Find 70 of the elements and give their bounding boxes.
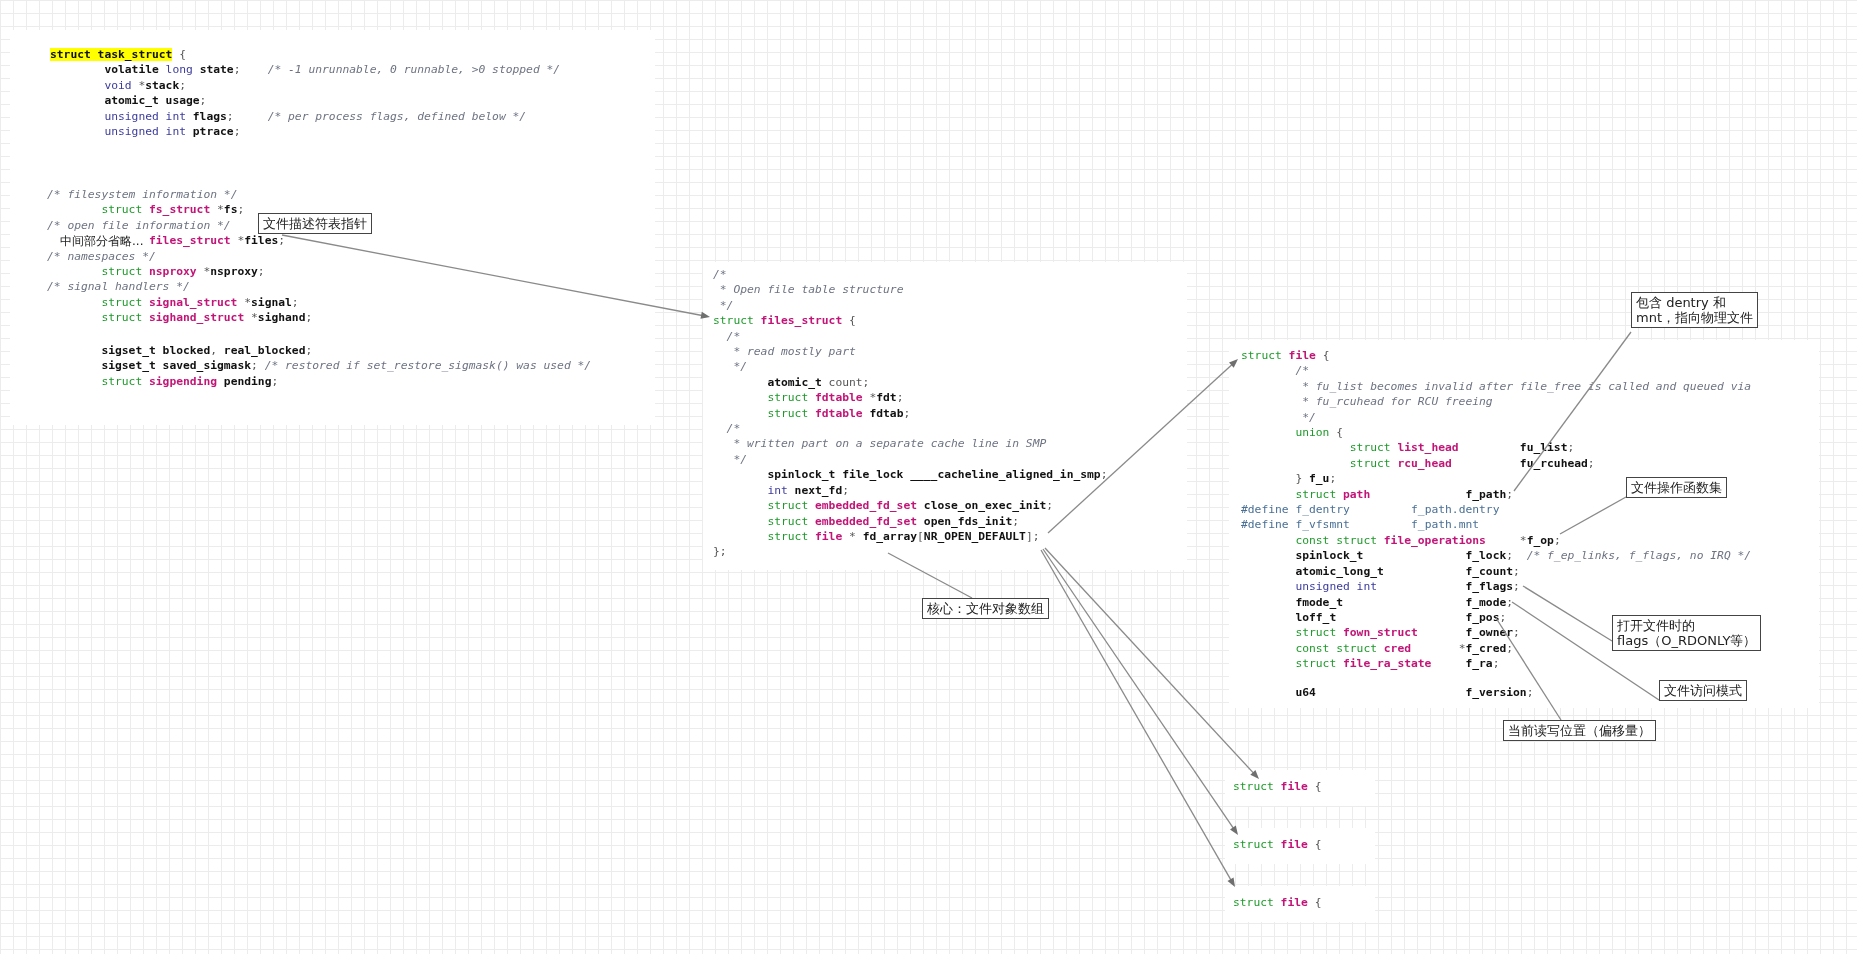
- code-line: unsigned int flags; /* per process flags, defined below */: [104, 108, 527, 125]
- code-line: struct fown_struct f_owner;: [1295, 625, 1520, 641]
- code-line: struct task_struct {: [50, 47, 187, 63]
- code-line: const struct file_operations *f_op;: [1295, 532, 1561, 549]
- code-line: #define f_dentry f_path.dentry: [1241, 502, 1500, 518]
- code-line: } f_u;: [1295, 471, 1337, 487]
- code-line: */: [1302, 409, 1316, 426]
- code-line: struct sigpending pending;: [101, 373, 279, 390]
- code-line: int next_fd;: [767, 482, 850, 499]
- code-line: * written part on a separate cache line in SMP: [733, 436, 1047, 452]
- note-text: 中间部分省略...: [60, 235, 144, 247]
- code-line: union {: [1295, 425, 1343, 441]
- code-line: /*: [713, 267, 727, 283]
- code-line: loff_t f_pos;: [1295, 609, 1507, 626]
- code-line: */: [733, 359, 747, 375]
- code-line: files_struct *files;: [149, 233, 286, 249]
- code-line: struct signal_struct *signal;: [101, 294, 299, 311]
- code-line: /*: [726, 421, 741, 437]
- code-line: atomic_t count;: [767, 374, 870, 391]
- code-line: volatile long state; /* -1 unrunnable, 0 runnable, >0 stopped */: [104, 62, 561, 78]
- callout-label: 文件描述符表指针: [258, 213, 372, 234]
- code-line: struct rcu_head fu_rcuhead;: [1349, 455, 1595, 472]
- code-line: sigset_t blocked, real_blocked;: [101, 343, 313, 359]
- code-line: struct fdtable fdtab;: [767, 405, 911, 422]
- code-line: void *stack;: [104, 77, 187, 94]
- code-line: struct file * fd_array[NR_OPEN_DEFAULT];: [767, 528, 1040, 545]
- code-line: /*: [726, 328, 741, 345]
- leader-line: [1559, 496, 1627, 535]
- callout-label: 包含 dentry 和 mnt，指向物理文件: [1631, 292, 1758, 328]
- callout-label: 核心：文件对象数组: [922, 598, 1049, 619]
- code-line: * fu_rcuhead for RCU freeing: [1302, 394, 1493, 410]
- code-line: * Open file table structure: [719, 282, 904, 298]
- code-line: /* open file information */: [47, 217, 231, 234]
- code-line: sigset_t saved_sigmask; /* restored if set_restore_sigmask() was used */: [101, 358, 592, 374]
- code-line: spinlock_t f_lock; /* f_ep_links, f_flags, no IRQ */: [1295, 548, 1752, 564]
- callout-label: 文件访问模式: [1659, 680, 1747, 701]
- code-line: struct file {: [1233, 779, 1322, 795]
- code-line: struct embedded_fd_set open_fds_init;: [767, 513, 1020, 529]
- code-line: struct files_struct {: [713, 313, 856, 329]
- code-line: unsigned int f_flags;: [1295, 579, 1520, 595]
- code-line: unsigned int ptrace;: [104, 124, 241, 140]
- code-line: atomic_long_t f_count;: [1295, 563, 1520, 580]
- code-line: struct path f_path;: [1295, 486, 1514, 503]
- code-line: struct list_head fu_list;: [1349, 440, 1575, 456]
- callout-label: 文件操作函数集: [1626, 477, 1727, 498]
- code-line: /*: [1295, 363, 1309, 379]
- code-line: struct sighand_struct *sighand;: [101, 310, 313, 326]
- code-line: const struct cred *f_cred;: [1295, 640, 1514, 657]
- code-line: /* filesystem information */: [47, 187, 238, 203]
- code-line: };: [713, 544, 727, 560]
- code-line: #define f_vfsmnt f_path.mnt: [1241, 517, 1480, 533]
- code-line: */: [719, 297, 734, 314]
- code-line: */: [733, 451, 747, 468]
- code-line: struct embedded_fd_set close_on_exec_init;: [767, 498, 1054, 514]
- code-line: struct fdtable *fdt;: [767, 390, 904, 406]
- code-line: struct file {: [1241, 348, 1330, 364]
- callout-label: 打开文件时的 flags（O_RDONLY等）: [1612, 615, 1762, 651]
- code-line: struct file {: [1233, 837, 1322, 853]
- code-line: fmode_t f_mode;: [1295, 594, 1514, 610]
- code-line: atomic_t usage;: [104, 93, 207, 109]
- code-line: u64 f_version;: [1295, 685, 1534, 701]
- code-line: /* namespaces */: [47, 248, 156, 265]
- code-line: struct file {: [1233, 895, 1322, 911]
- callout-label: 当前读写位置（偏移量）: [1503, 720, 1656, 741]
- code-line: * read mostly part: [733, 344, 856, 360]
- code-line: struct fs_struct *fs;: [101, 202, 245, 218]
- code-line: struct nsproxy *nsproxy;: [101, 264, 265, 280]
- code-line: /* signal handlers */: [47, 279, 190, 295]
- code-line: struct file_ra_state f_ra;: [1295, 656, 1500, 672]
- code-line: spinlock_t file_lock ____cacheline_aligned_in_smp;: [767, 467, 1108, 483]
